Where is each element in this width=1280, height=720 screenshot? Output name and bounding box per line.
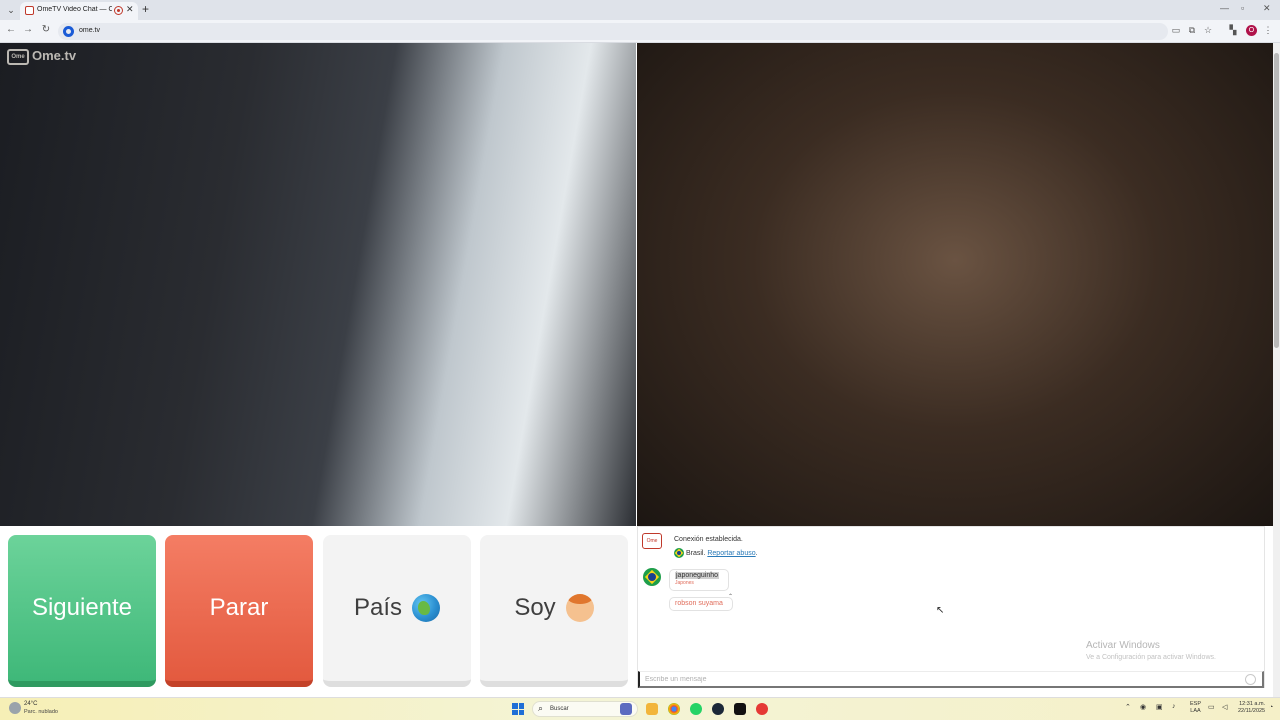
stop-button-label: Parar: [209, 594, 269, 621]
next-button-label: Siguiente: [31, 594, 133, 621]
activation-watermark-title: Activar Windows: [1086, 640, 1160, 651]
language-indicator[interactable]: ESP LAA: [1190, 701, 1201, 715]
emoji-picker-icon[interactable]: [1245, 674, 1256, 685]
microphone-icon[interactable]: ♪: [1172, 703, 1176, 710]
message-text: japoneguinho: [675, 572, 720, 579]
country-button[interactable]: País: [323, 535, 471, 687]
control-panel: Siguiente Parar País Soy: [0, 526, 636, 697]
bookmark-star-icon[interactable]: ☆: [1202, 25, 1214, 36]
extension-icon[interactable]: ▚: [1227, 25, 1239, 36]
mouse-cursor-icon: ↖: [936, 605, 945, 616]
person-icon: [565, 594, 594, 622]
network-icon[interactable]: ▭: [1208, 703, 1215, 711]
weather-condition: Parc. nublado: [24, 709, 58, 715]
browser-toolbar: ← → ↻ ome.tv ▭ ⧉ ☆ ▚ O ⋮: [0, 20, 1280, 43]
taskbar-search-label: Buscar: [550, 706, 569, 712]
whatsapp-icon[interactable]: [690, 703, 702, 715]
tab-close-icon[interactable]: ✕: [126, 4, 134, 15]
tab-title: OmeTV Video Chat — Ome: [37, 6, 112, 13]
tiktok-icon[interactable]: [734, 703, 746, 715]
partner-video: [0, 43, 636, 526]
gender-button-label: Soy: [514, 594, 556, 621]
close-window-icon[interactable]: ✕: [1263, 3, 1271, 14]
ome-avatar-icon: Ome: [642, 533, 662, 549]
forward-icon[interactable]: →: [21, 24, 35, 35]
windows-taskbar: 24°C Parc. nublado ⌕ Buscar ⌃ ◉ ▣ ♪ ESP …: [0, 697, 1280, 720]
gender-button[interactable]: Soy: [480, 535, 628, 687]
file-explorer-icon[interactable]: [646, 703, 658, 715]
message-input[interactable]: [638, 671, 1264, 688]
clock-time: 12:31 a.m.: [1239, 701, 1266, 707]
country-info: Brasil. Reportar abuso.: [674, 548, 758, 558]
ometv-logo: Ome Ome.tv: [7, 48, 76, 65]
volume-icon[interactable]: ◁: [1222, 703, 1227, 711]
minimize-icon[interactable]: —: [1220, 3, 1229, 13]
self-video: [637, 43, 1273, 526]
reload-icon[interactable]: ↻: [39, 24, 53, 35]
message-text: robson suyama: [675, 600, 723, 607]
url-text: ome.tv: [79, 27, 101, 34]
report-abuse-link[interactable]: Reportar abuso: [707, 550, 755, 557]
weather-temperature: 24°C: [24, 701, 38, 707]
profile-avatar[interactable]: O: [1246, 25, 1257, 36]
translate-icon[interactable]: ⧉: [1186, 25, 1198, 36]
cast-icon[interactable]: ▭: [1170, 25, 1182, 36]
steam-icon[interactable]: [712, 703, 724, 715]
connection-message: Conexión establecida.: [674, 536, 743, 543]
address-bar[interactable]: ome.tv: [58, 23, 1168, 40]
peer-flag-avatar-icon: [643, 568, 661, 586]
start-button-icon[interactable]: [512, 703, 524, 715]
menu-kebab-icon[interactable]: ⋮: [1262, 25, 1274, 36]
search-highlight-icon[interactable]: [620, 703, 632, 715]
new-tab-icon[interactable]: +: [142, 2, 149, 16]
page-scrollbar[interactable]: [1273, 43, 1280, 697]
tab-search-icon[interactable]: ⌄: [4, 3, 18, 17]
clock-date: 22/11/2025: [1238, 708, 1266, 714]
maximize-icon[interactable]: ▫: [1241, 3, 1244, 13]
notification-bell-icon[interactable]: ◔: [1269, 704, 1273, 711]
keyboard-layout: LAA: [1190, 708, 1201, 714]
message-subtext: Japones: [675, 580, 694, 586]
message-status-icon: ⌃: [727, 594, 733, 600]
next-button[interactable]: Siguiente: [8, 535, 156, 687]
tray-device-icon[interactable]: ▣: [1156, 703, 1163, 711]
tv-logo-icon: Ome: [7, 48, 29, 65]
app-icon[interactable]: [756, 703, 768, 715]
chrome-icon[interactable]: [668, 703, 680, 715]
browser-tab[interactable]: OmeTV Video Chat — Ome ✕: [20, 2, 138, 20]
ometv-favicon-icon: [25, 6, 34, 15]
search-icon: ⌕: [538, 703, 544, 713]
scrollbar-thumb[interactable]: [1274, 53, 1279, 348]
language-code: ESP: [1190, 701, 1202, 707]
globe-icon: [412, 594, 441, 622]
country-button-label: País: [353, 594, 403, 621]
logo-text: Ome.tv: [32, 48, 77, 63]
chat-message: robson suyama ⌃: [669, 594, 733, 611]
tab-strip: ⌄ OmeTV Video Chat — Ome ✕ + — ▫ ✕: [0, 0, 1280, 20]
tray-app-icon[interactable]: ◉: [1140, 703, 1146, 711]
site-info-icon[interactable]: [63, 26, 74, 37]
tray-chevron-icon[interactable]: ⌃: [1125, 703, 1131, 711]
chat-message: japoneguinho Japones: [669, 569, 729, 591]
stop-button[interactable]: Parar: [165, 535, 313, 687]
back-icon[interactable]: ←: [4, 24, 18, 35]
country-name: Brasil.: [685, 549, 706, 557]
brazil-flag-icon: [674, 548, 684, 558]
chat-panel: Ome Conexión establecida. Brasil. Report…: [637, 526, 1265, 688]
activation-watermark-subtitle: Ve a Configuración para activar Windows.: [1086, 654, 1216, 661]
system-clock[interactable]: 12:31 a.m. 22/11/2025: [1238, 701, 1265, 715]
recording-indicator-icon: [114, 6, 123, 15]
weather-icon[interactable]: [9, 702, 21, 714]
report-suffix: .: [755, 549, 758, 557]
